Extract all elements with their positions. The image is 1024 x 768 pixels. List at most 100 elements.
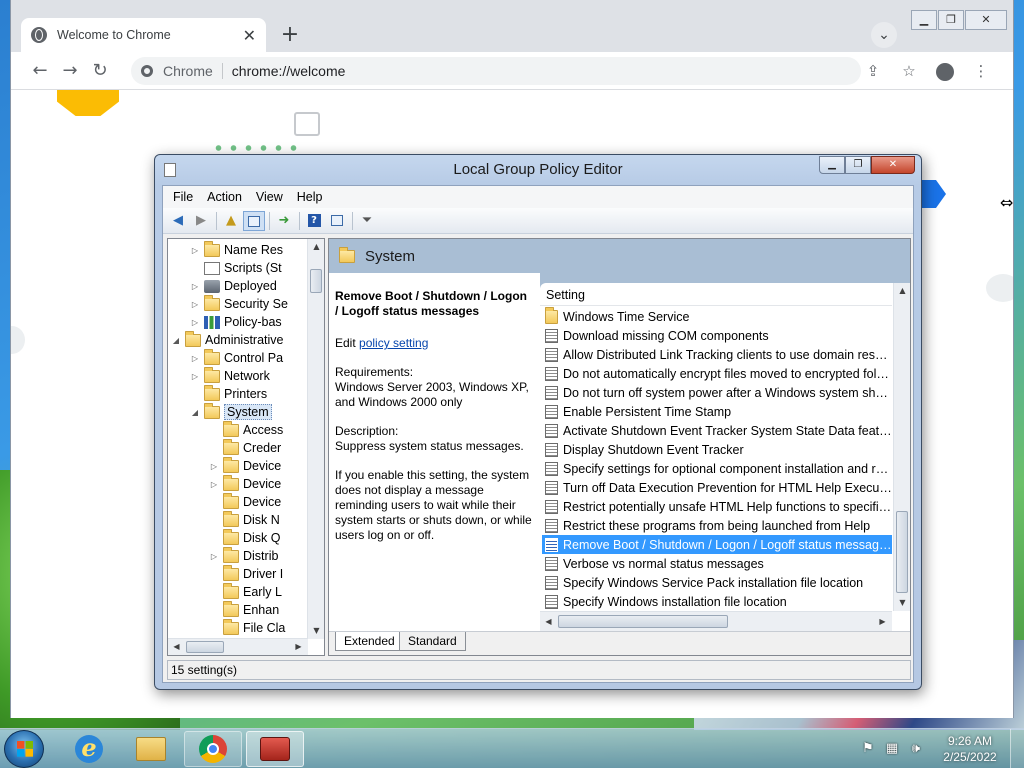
list-item[interactable]: Turn off Data Execution Prevention for H… (542, 478, 892, 497)
maximize-button[interactable]: ❐ (938, 10, 964, 30)
menu-action[interactable]: Action (200, 190, 249, 204)
tree-item[interactable]: Disk Q (209, 528, 281, 547)
list-vertical-scrollbar[interactable]: ▲ ▼ (893, 283, 910, 611)
expand-arrow-icon[interactable]: ▷ (209, 480, 219, 489)
list-item[interactable]: Do not turn off system power after a Win… (542, 383, 892, 402)
tree-item[interactable]: Disk N (209, 510, 280, 529)
menu-view[interactable]: View (249, 190, 290, 204)
scroll-up-icon[interactable]: ▲ (894, 283, 910, 299)
taskbar-internet-explorer[interactable]: e (60, 731, 118, 767)
list-item[interactable]: Remove Boot / Shutdown / Logon / Logoff … (542, 535, 892, 554)
maximize-button[interactable]: ❐ (845, 156, 871, 174)
chrome-tab-welcome[interactable]: Welcome to Chrome ✕ (21, 18, 266, 52)
scroll-right-icon[interactable]: ▶ (874, 614, 891, 630)
scroll-down-icon[interactable]: ▼ (308, 623, 324, 639)
tree-item[interactable]: ▷ Policy-bas (190, 313, 282, 331)
menu-help[interactable]: Help (290, 190, 330, 204)
address-bar[interactable]: Chrome chrome://welcome (131, 57, 861, 85)
forward-arrow-icon[interactable]: → (55, 56, 85, 86)
scroll-up-icon[interactable]: ▲ (308, 239, 324, 255)
tab-extended[interactable]: Extended (335, 632, 404, 651)
action-center-flag-icon[interactable]: ⚑ (860, 741, 876, 757)
list-item[interactable]: Activate Shutdown Event Tracker System S… (542, 421, 892, 440)
scroll-left-icon[interactable]: ◀ (168, 639, 185, 655)
profile-icon[interactable] (931, 57, 959, 85)
list-item[interactable]: Verbose vs normal status messages (542, 554, 892, 573)
tree-item[interactable]: ▷ Device (209, 474, 281, 493)
scroll-thumb[interactable] (896, 511, 908, 593)
tree-item[interactable]: ▷ Device (209, 456, 281, 475)
clock[interactable]: 9:26 AM 2/25/2022 (936, 733, 1004, 765)
scroll-right-icon[interactable]: ▶ (290, 639, 307, 655)
export-list-icon[interactable]: ➜ (273, 211, 295, 231)
tree-item[interactable]: ▷ Network (190, 366, 270, 385)
volume-icon[interactable]: 🕪 (908, 741, 924, 757)
tab-standard[interactable]: Standard (399, 632, 466, 651)
tree-item[interactable]: Printers (190, 384, 267, 403)
expanded-arrow-icon[interactable]: ◢ (171, 336, 181, 345)
tree-item[interactable]: ▷ Security Se (190, 294, 288, 313)
new-tab-button[interactable]: + (277, 23, 303, 49)
close-icon[interactable]: ✕ (243, 26, 256, 45)
expand-arrow-icon[interactable]: ▷ (190, 354, 200, 363)
scroll-down-icon[interactable]: ▼ (894, 595, 910, 611)
close-window-button[interactable]: ✕ (871, 156, 915, 174)
expand-arrow-icon[interactable]: ▷ (190, 372, 200, 381)
tree-item[interactable]: ◢ Administrative (171, 330, 284, 349)
reload-icon[interactable]: ↻ (85, 56, 115, 86)
tab-search-button[interactable]: ⌄ (871, 22, 897, 48)
tree-item[interactable]: File Cla (209, 618, 285, 637)
list-item[interactable]: Restrict these programs from being launc… (542, 516, 892, 535)
list-item[interactable]: Specify Windows Service Pack installatio… (542, 573, 892, 592)
start-button[interactable] (4, 730, 44, 768)
tree-horizontal-scrollbar[interactable]: ◀ ▶ (168, 638, 308, 655)
taskbar-windows-explorer[interactable] (122, 731, 180, 767)
forward-arrow-icon[interactable]: ▶ (190, 211, 212, 231)
menu-file[interactable]: File (166, 190, 200, 204)
list-item[interactable]: Specify Windows installation file locati… (542, 592, 892, 611)
expand-arrow-icon[interactable]: ▷ (190, 282, 200, 291)
tree-item[interactable]: Enhan (209, 600, 279, 619)
back-arrow-icon[interactable]: ◀ (167, 211, 189, 231)
menu-kebab-icon[interactable]: ⋮ (967, 57, 995, 85)
list-item[interactable]: Allow Distributed Link Tracking clients … (542, 345, 892, 364)
expand-arrow-icon[interactable]: ▷ (209, 462, 219, 471)
column-header-setting[interactable]: Setting (540, 284, 892, 306)
show-hide-tree-icon[interactable] (243, 210, 265, 231)
expand-arrow-icon[interactable]: ▷ (190, 246, 200, 255)
scroll-thumb[interactable] (310, 269, 322, 293)
up-folder-icon[interactable]: ▲ (220, 211, 242, 231)
properties-icon[interactable] (326, 211, 348, 231)
tree-item[interactable]: ▷ Name Res (190, 240, 283, 259)
help-icon[interactable]: ? (303, 211, 325, 231)
minimize-button[interactable]: ▁ (819, 156, 845, 174)
expand-arrow-icon[interactable]: ▷ (209, 552, 219, 561)
scroll-thumb[interactable] (558, 615, 728, 628)
tree-item[interactable]: Access (209, 420, 283, 439)
tree-item[interactable]: Scripts (St (190, 259, 282, 277)
close-window-button[interactable]: ✕ (965, 10, 1007, 30)
bookmark-star-icon[interactable]: ☆ (895, 57, 923, 85)
back-arrow-icon[interactable]: ← (25, 56, 55, 86)
taskbar-google-chrome[interactable] (184, 731, 242, 767)
tree-item[interactable]: Device (209, 492, 281, 511)
minimize-button[interactable]: ▁ (911, 10, 937, 30)
expand-arrow-icon[interactable]: ▷ (190, 300, 200, 309)
filter-icon[interactable]: ⏷ (356, 211, 378, 231)
expanded-arrow-icon[interactable]: ◢ (190, 408, 200, 417)
list-item[interactable]: Enable Persistent Time Stamp (542, 402, 892, 421)
show-desktop-button[interactable] (1010, 729, 1024, 768)
expand-arrow-icon[interactable]: ▷ (190, 318, 200, 327)
tree-item[interactable]: ▷ Distrib (209, 546, 278, 565)
tree-item[interactable]: Creder (209, 438, 281, 457)
scroll-left-icon[interactable]: ◀ (540, 614, 557, 630)
list-item[interactable]: Windows Time Service (542, 307, 892, 326)
taskbar-group-policy-editor[interactable] (246, 731, 304, 767)
list-item[interactable]: Download missing COM components (542, 326, 892, 345)
list-item[interactable]: Do not automatically encrypt files moved… (542, 364, 892, 383)
tree-vertical-scrollbar[interactable]: ▲ ▼ (307, 239, 324, 639)
tree-item[interactable]: Early L (209, 582, 282, 601)
tree-item[interactable]: ◢ System (190, 402, 272, 421)
list-horizontal-scrollbar[interactable]: ◀ ▶ (540, 611, 892, 631)
edit-policy-setting-link[interactable]: policy setting (359, 336, 428, 350)
